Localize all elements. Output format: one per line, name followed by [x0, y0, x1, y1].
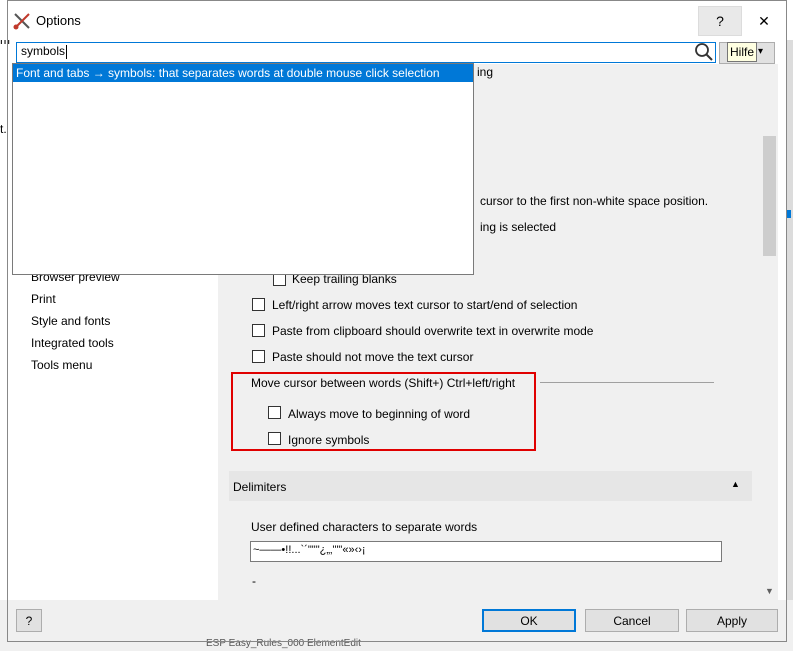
hilfe-tooltip: Hilfe [727, 42, 758, 62]
collapse-icon[interactable]: ▲ [731, 479, 740, 489]
paste-no-move-checkbox[interactable] [252, 350, 265, 363]
cancel-button[interactable]: Cancel [585, 609, 679, 632]
nav-item-tools-menu[interactable]: Tools menu [31, 358, 92, 372]
search-input[interactable] [16, 42, 716, 63]
background-window-bottom [0, 642, 793, 651]
arrow-moves-cursor-label: Left/right arrow moves text cursor to st… [272, 298, 578, 312]
search-input-value: symbols [21, 44, 66, 58]
background-window-right [786, 0, 793, 651]
paste-no-move-label: Paste should not move the text cursor [272, 350, 474, 364]
nav-item-integrated-tools[interactable]: Integrated tools [31, 336, 114, 350]
background-text-fragment-bottom: ESP Easy_Rules_000 ElementEdit [206, 638, 361, 649]
background-window-accent [787, 210, 791, 218]
partial-option-text-2: ing is selected [480, 220, 557, 234]
nav-item-style-and-fonts[interactable]: Style and fonts [31, 314, 110, 328]
background-text-fragment: t. [0, 122, 7, 136]
close-button[interactable]: ✕ [742, 6, 786, 36]
scroll-thumb[interactable] [763, 136, 776, 256]
paste-overwrite-checkbox[interactable] [252, 324, 265, 337]
group-separator [540, 382, 714, 383]
background-window-edge [0, 0, 8, 651]
arrow-moves-cursor-checkbox[interactable] [252, 298, 265, 311]
nav-item-print[interactable]: Print [31, 292, 56, 306]
search-icon[interactable] [694, 42, 714, 62]
highlight-box [231, 372, 536, 451]
partial-option-text-1: cursor to the first non-white space posi… [480, 194, 709, 208]
delimiter-dash: - [252, 574, 256, 588]
window-title: Options [36, 13, 81, 28]
chevron-down-icon: ▾ [758, 46, 764, 57]
apply-button[interactable]: Apply [686, 609, 778, 632]
partial-option-text: ing [477, 65, 494, 79]
delimiter-characters-value: ~——•!!...`´"""¿„‚'""«»‹›¡ [253, 544, 366, 556]
delimiters-section-header[interactable] [229, 471, 752, 501]
paste-overwrite-label: Paste from clipboard should overwrite te… [272, 324, 594, 338]
scroll-down-icon[interactable]: ▼ [763, 586, 776, 600]
help-title-button[interactable]: ? [698, 6, 742, 36]
search-result-item[interactable]: Font and tabs → symbols: that separates … [13, 64, 473, 82]
title-bar [0, 0, 793, 40]
tools-icon [13, 13, 30, 30]
delimiters-field-label: User defined characters to separate word… [251, 520, 478, 534]
ok-button[interactable]: OK [482, 609, 576, 632]
text-caret [66, 45, 67, 59]
search-results-dropdown [12, 63, 474, 275]
help-button[interactable]: ? [16, 609, 42, 632]
delimiters-title: Delimiters [233, 480, 287, 494]
